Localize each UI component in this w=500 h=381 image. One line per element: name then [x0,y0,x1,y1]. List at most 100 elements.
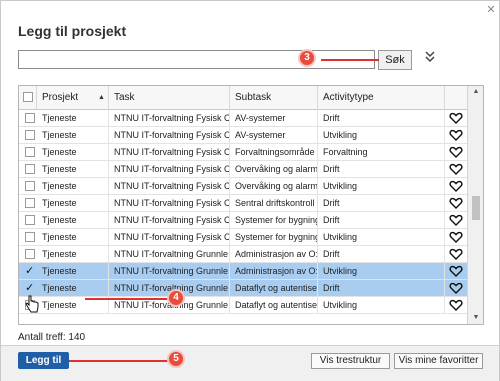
favorite-heart-icon[interactable] [449,230,463,244]
cell-activitytype: Utvikling [318,263,445,280]
cell-task: NTNU IT-forvaltning Grunnle [109,263,230,280]
favorite-heart-icon[interactable] [449,128,463,142]
table-row[interactable]: Tjeneste NTNU IT-forvaltning Fysisk C Forv… [19,144,467,161]
table-row[interactable]: ✓ Tjeneste NTNU IT-forvaltning Grunnle Data… [19,280,467,297]
favorite-heart-icon[interactable] [449,213,463,227]
sort-ascending-icon: ▲ [98,94,105,101]
cell-task: NTNU IT-forvaltning Fysisk C [109,195,230,212]
column-label: Subtask [235,92,272,103]
scroll-down-arrow-icon[interactable]: ▼ [472,314,480,322]
cell-subtask: Dataflyt og autentise [230,297,318,314]
double-chevron-down-icon[interactable] [423,50,437,64]
row-checkbox[interactable] [25,249,35,259]
cell-task: NTNU IT-forvaltning Fysisk C [109,110,230,127]
cell-activitytype: Utvikling [318,297,445,314]
annotation-line-3 [321,59,379,61]
cell-prosjekt: Tjeneste [37,161,109,178]
table-row[interactable]: Tjeneste NTNU IT-forvaltning Fysisk C AV-s… [19,110,467,127]
row-checkbox-checked[interactable]: ✓ [25,264,34,277]
vertical-scrollbar[interactable]: ▲ ▼ [467,86,483,324]
cell-task: NTNU IT-forvaltning Fysisk C [109,229,230,246]
select-all-checkbox[interactable] [23,92,33,102]
table-row[interactable]: Tjeneste NTNU IT-forvaltning Fysisk C Syst… [19,212,467,229]
scrollbar-thumb[interactable] [472,196,480,220]
cell-task: NTNU IT-forvaltning Fysisk C [109,178,230,195]
table-row[interactable]: ✓ Tjeneste NTNU IT-forvaltning Grunnle Admi… [19,263,467,280]
favorite-heart-icon[interactable] [449,281,463,295]
column-header-subtask[interactable]: Subtask [230,86,318,110]
table-row[interactable]: Tjeneste NTNU IT-forvaltning Fysisk C Sent… [19,195,467,212]
column-label: Prosjekt [42,92,79,103]
dialog-title: Legg til prosjekt [18,23,127,39]
scroll-up-arrow-icon[interactable]: ▲ [472,88,480,96]
select-all-cell [19,86,37,110]
cell-subtask: Systemer for bygning [230,212,318,229]
row-checkbox[interactable] [25,232,35,242]
cell-activitytype: Utvikling [318,127,445,144]
cell-subtask: Administrasjon av O: [230,246,318,263]
row-checkbox[interactable] [25,130,35,140]
annotation-line-4 [85,298,169,300]
annotation-marker-5: 5 [167,350,185,368]
cell-activitytype: Drift [318,212,445,229]
cell-activitytype: Drift [318,161,445,178]
cell-subtask: Dataflyt og autentise [230,280,318,297]
show-favorites-button[interactable]: Vis mine favoritter [394,353,483,369]
cell-prosjekt: Tjeneste [37,280,109,297]
cell-subtask: Sentral driftskontroll [230,195,318,212]
cell-activitytype: Forvaltning [318,144,445,161]
row-checkbox-checked[interactable]: ✓ [25,281,34,294]
favorite-heart-icon[interactable] [449,111,463,125]
column-header-prosjekt[interactable]: Prosjekt ▲ [37,86,109,110]
column-label: Activitytype [323,92,374,103]
row-checkbox[interactable] [25,215,35,225]
cell-prosjekt: Tjeneste [37,144,109,161]
search-button[interactable]: Søk [378,50,412,70]
favorite-heart-icon[interactable] [449,179,463,193]
row-checkbox[interactable] [25,164,35,174]
cell-prosjekt: Tjeneste [37,178,109,195]
favorite-heart-icon[interactable] [449,247,463,261]
row-checkbox[interactable] [25,147,35,157]
cell-task: NTNU IT-forvaltning Fysisk C [109,161,230,178]
column-header-task[interactable]: Task [109,86,230,110]
cell-activitytype: Drift [318,246,445,263]
annotation-marker-4: 4 [167,289,185,307]
column-header-favorite [445,86,467,110]
favorite-heart-icon[interactable] [449,162,463,176]
column-header-activitytype[interactable]: Activitytype [318,86,445,110]
cell-prosjekt: Tjeneste [37,110,109,127]
row-checkbox[interactable] [25,181,35,191]
result-count: Antall treff: 140 [18,332,86,343]
cell-activitytype: Drift [318,110,445,127]
cell-task: NTNU IT-forvaltning Fysisk C [109,127,230,144]
row-checkbox[interactable] [25,198,35,208]
table-row[interactable]: Tjeneste NTNU IT-forvaltning Grunnle Admin… [19,246,467,263]
project-table: Prosjekt ▲ Task Subtask Activitytype Tje… [18,85,484,325]
cell-prosjekt: Tjeneste [37,195,109,212]
cell-activitytype: Utvikling [318,178,445,195]
hand-cursor-icon [25,295,39,313]
favorite-heart-icon[interactable] [449,264,463,278]
cell-prosjekt: Tjeneste [37,127,109,144]
annotation-marker-3: 3 [298,49,316,67]
table-row[interactable]: Tjeneste NTNU IT-forvaltning Fysisk C AV-s… [19,127,467,144]
cell-subtask: Systemer for bygning [230,229,318,246]
add-project-dialog: ✕ Legg til prosjekt Søk Prosjekt ▲ Task … [0,0,500,381]
show-tree-button[interactable]: Vis trestruktur [311,353,390,369]
cell-activitytype: Drift [318,280,445,297]
cell-prosjekt: Tjeneste [37,229,109,246]
add-button[interactable]: Legg til [18,352,69,369]
close-icon[interactable]: ✕ [485,4,497,16]
favorite-heart-icon[interactable] [449,298,463,312]
favorite-heart-icon[interactable] [449,145,463,159]
cell-prosjekt: Tjeneste [37,246,109,263]
row-checkbox[interactable] [25,113,35,123]
cell-activitytype: Drift [318,195,445,212]
table-row[interactable]: Tjeneste NTNU IT-forvaltning Fysisk C Syst… [19,229,467,246]
cell-task: NTNU IT-forvaltning Fysisk C [109,144,230,161]
table-row[interactable]: Tjeneste NTNU IT-forvaltning Fysisk C Over… [19,161,467,178]
favorite-heart-icon[interactable] [449,196,463,210]
cell-subtask: Administrasjon av O: [230,263,318,280]
table-row[interactable]: Tjeneste NTNU IT-forvaltning Fysisk C Over… [19,178,467,195]
